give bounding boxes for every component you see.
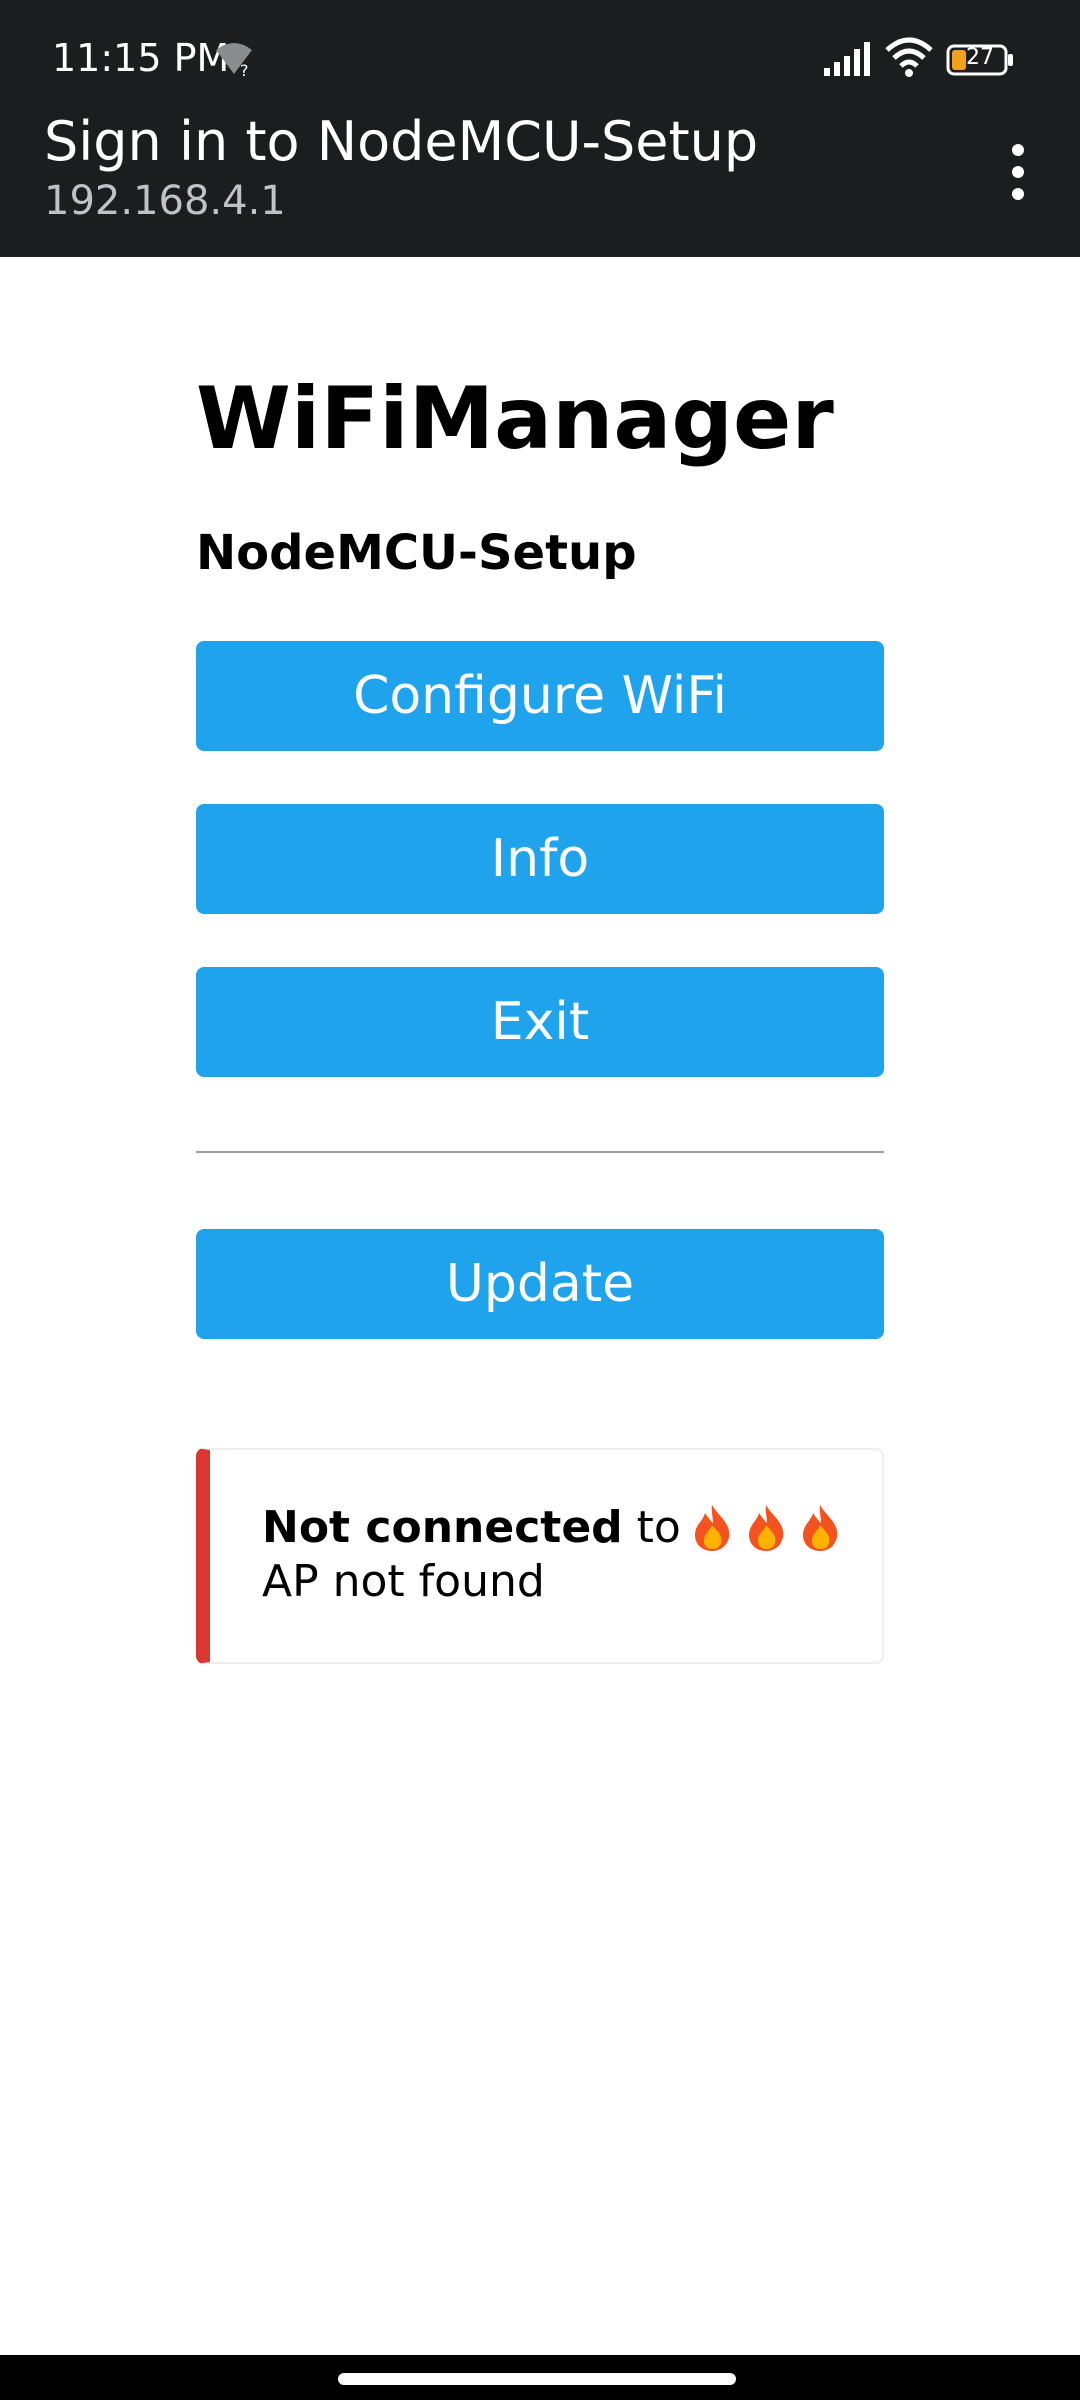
exit-button[interactable]: Exit bbox=[196, 967, 884, 1077]
info-button[interactable]: Info bbox=[196, 804, 884, 914]
battery-level: 27 bbox=[966, 45, 994, 70]
status-text: to bbox=[622, 1502, 681, 1553]
update-button[interactable]: Update bbox=[196, 1229, 884, 1339]
app-bar-url: 192.168.4.1 bbox=[44, 178, 286, 224]
status-time: 11:15 PM bbox=[52, 36, 230, 80]
divider bbox=[196, 1151, 884, 1153]
device-name: NodeMCU-Setup bbox=[196, 525, 637, 581]
navigation-bar bbox=[0, 2355, 1080, 2400]
fire-emoji-icon bbox=[694, 1504, 730, 1551]
app-bar-title: Sign in to NodeMCU-Setup bbox=[44, 110, 759, 173]
page-title: WiFiManager bbox=[196, 369, 834, 469]
home-gesture-handle[interactable] bbox=[338, 2373, 736, 2385]
status-bar: 11:15 PM ? 27 bbox=[0, 0, 1080, 120]
top-bar: 11:15 PM ? 27 Sign in to NodeMCU-Setup 1… bbox=[0, 0, 1080, 257]
wifi-no-internet-icon: ? bbox=[216, 43, 252, 78]
fire-emoji-icon bbox=[802, 1504, 838, 1551]
fire-emoji-icon bbox=[748, 1504, 784, 1551]
wifi-icon bbox=[885, 37, 933, 77]
connection-status-box: Not connected to AP not found bbox=[196, 1448, 884, 1664]
connection-detail: AP not found bbox=[262, 1556, 545, 1607]
connection-status-line: Not connected to bbox=[262, 1502, 843, 1553]
more-vertical-icon[interactable] bbox=[996, 142, 1040, 202]
svg-text:?: ? bbox=[240, 61, 249, 78]
signal-bars-icon bbox=[824, 42, 870, 76]
status-bold-text: Not connected bbox=[262, 1502, 623, 1553]
configure-wifi-button[interactable]: Configure WiFi bbox=[196, 641, 884, 751]
